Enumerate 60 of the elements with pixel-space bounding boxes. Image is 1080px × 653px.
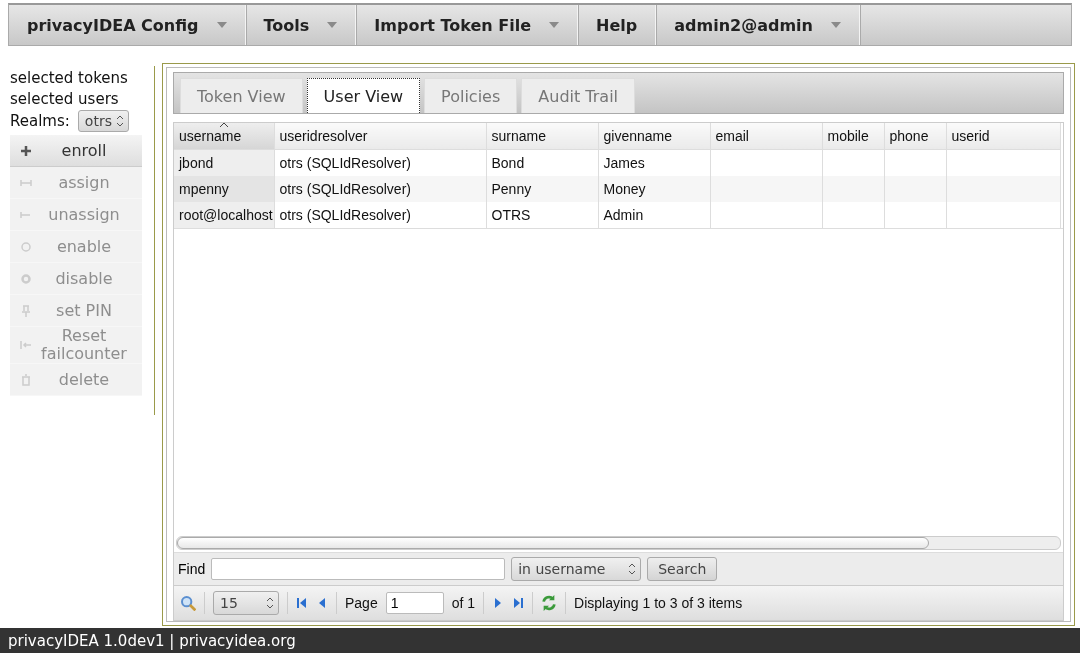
action-icon — [20, 339, 32, 351]
last-page-icon[interactable] — [512, 597, 525, 609]
refresh-icon[interactable] — [541, 595, 558, 611]
search-icon[interactable] — [180, 595, 196, 611]
table-cell — [884, 176, 946, 202]
display-status: Displaying 1 to 3 of 3 items — [574, 595, 743, 611]
menu-item[interactable]: Help — [578, 5, 657, 45]
first-page-icon[interactable] — [296, 597, 308, 609]
tab[interactable]: Token View — [180, 78, 303, 113]
horizontal-scrollbar[interactable] — [176, 536, 1061, 550]
search-button[interactable]: Search — [647, 557, 718, 581]
selection-label: selected tokens — [10, 68, 129, 89]
scope-select[interactable]: in username — [511, 557, 642, 581]
table-cell: root@localhost — [174, 202, 274, 228]
column-header[interactable]: userid — [946, 123, 1060, 150]
page-label: Page — [345, 595, 378, 611]
realms-label: Realms: — [10, 110, 70, 132]
table-cell: otrs (SQLIdResolver) — [274, 202, 486, 228]
page-size-select[interactable]: 15 — [213, 591, 279, 615]
table-cell — [822, 176, 884, 202]
page-count: of 1 — [451, 595, 476, 611]
table-cell: Money — [598, 176, 710, 202]
find-label: Find — [178, 561, 206, 577]
table-cell: Admin — [598, 202, 710, 228]
selection-label: selected users — [10, 89, 120, 110]
find-field[interactable] — [211, 558, 506, 580]
action-icon — [20, 144, 32, 157]
menu-item[interactable]: privacyIDEA Config — [9, 5, 246, 45]
action-icon — [20, 304, 32, 317]
tab[interactable]: User View — [306, 78, 421, 113]
table-cell: Penny — [486, 176, 598, 202]
table-cell: jbond — [174, 149, 274, 176]
action-icon — [20, 240, 32, 253]
column-header[interactable]: mobile — [822, 123, 884, 150]
table-cell: mpenny — [174, 176, 274, 202]
action-icon — [20, 272, 32, 285]
table-cell: James — [598, 149, 710, 176]
column-header[interactable]: phone — [884, 123, 946, 150]
spinner-icon — [115, 115, 124, 127]
spinner-icon — [266, 597, 274, 609]
spinner-icon — [628, 563, 637, 575]
tab[interactable]: Audit Trail — [521, 78, 636, 113]
table-cell: otrs (SQLIdResolver) — [274, 176, 486, 202]
column-header[interactable]: useridresolver — [274, 123, 486, 150]
footer-text: privacyIDEA 1.0dev1 | privacyidea.org — [0, 628, 1080, 653]
column-header[interactable]: surname — [486, 123, 598, 150]
column-header[interactable]: givenname — [598, 123, 710, 150]
column-header[interactable]: username — [174, 123, 274, 150]
table-cell: otrs (SQLIdResolver) — [274, 149, 486, 176]
table-cell: Bond — [486, 149, 598, 176]
action-icon — [20, 373, 32, 386]
table-cell: OTRS — [486, 202, 598, 228]
column-header[interactable]: email — [710, 123, 822, 150]
page-field[interactable]: 1 — [385, 592, 444, 614]
menu-item[interactable]: admin2@admin — [656, 5, 860, 45]
tab[interactable]: Policies — [424, 78, 518, 113]
realm-select[interactable]: otrs — [77, 110, 129, 132]
action-button[interactable]: enroll — [10, 135, 142, 167]
menu-item[interactable]: Tools — [245, 5, 357, 45]
menu-item[interactable]: Import Token File — [356, 5, 579, 45]
